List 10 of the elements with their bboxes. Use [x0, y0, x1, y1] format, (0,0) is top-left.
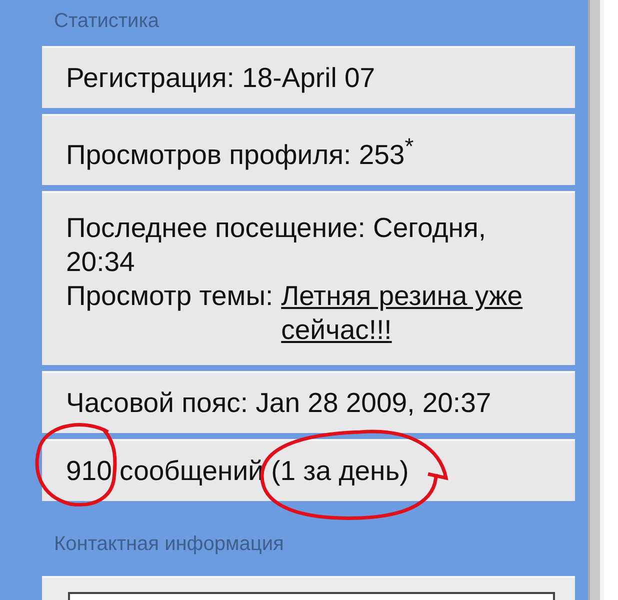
- section-title: Контактная информация: [54, 533, 284, 556]
- last-visit-text: Последнее посещение: Сегодня, 20:34: [66, 211, 488, 280]
- scrollbar[interactable]: [588, 0, 618, 600]
- stat-row: 910 сообщений (1 за день): [42, 439, 575, 502]
- topic-link[interactable]: Летняя резина уже сейчас!!!: [281, 279, 546, 348]
- topic-label: Просмотр темы:: [66, 279, 274, 314]
- stat-row: Часовой пояс: Jan 28 2009, 20:37: [42, 371, 575, 434]
- section-title: Статистика: [54, 10, 160, 32]
- stat-row: Регистрация: 18-April 07: [42, 46, 575, 108]
- stat-row: Просмотров профиля: 253$^{*}$: [42, 114, 575, 186]
